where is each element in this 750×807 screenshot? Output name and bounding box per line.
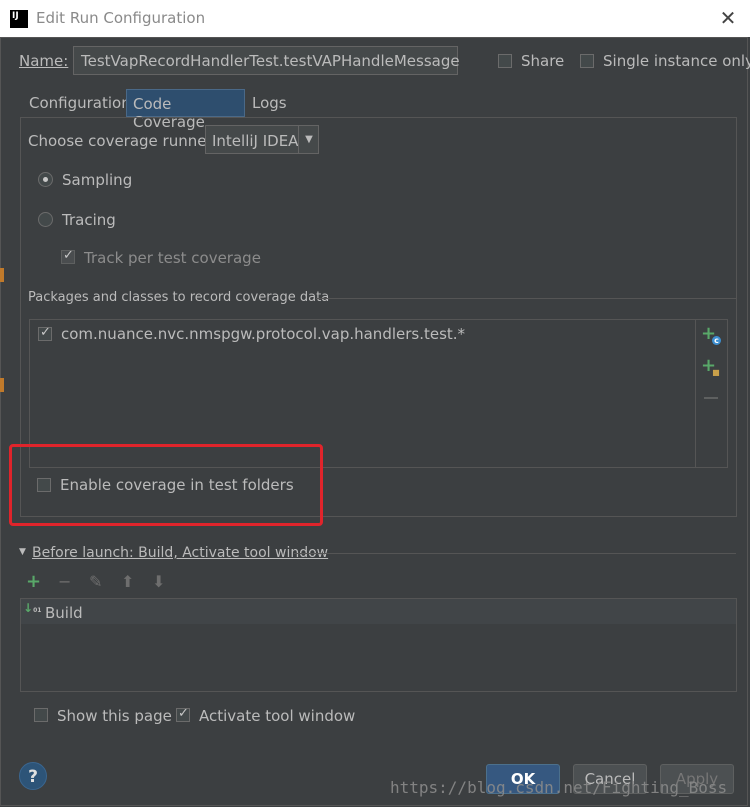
help-button[interactable]: ? <box>19 762 47 790</box>
track-per-test-label: Track per test coverage <box>84 249 261 267</box>
sampling-radio[interactable] <box>38 172 53 187</box>
add-class-icon[interactable]: +c <box>701 323 725 345</box>
share-checkbox[interactable] <box>498 54 512 68</box>
coverage-runner-value: IntelliJ IDEA <box>212 132 299 150</box>
name-field[interactable]: TestVapRecordHandlerTest.testVAPHandleMe… <box>73 46 460 75</box>
add-task-icon[interactable]: + <box>26 571 41 592</box>
watermark-text: https://blog.csdn.net/Fighting_Boss <box>390 778 728 797</box>
share-label: Share <box>521 52 565 70</box>
close-icon[interactable]: ✕ <box>716 6 740 30</box>
window-title: Edit Run Configuration <box>36 9 206 27</box>
move-down-icon[interactable]: ⬇ <box>152 572 165 591</box>
tracing-radio[interactable] <box>38 212 53 227</box>
add-package-icon[interactable]: +■ <box>701 355 724 377</box>
track-per-test-checkbox[interactable] <box>61 248 75 264</box>
activate-tool-window-checkbox[interactable] <box>176 706 190 722</box>
activate-tool-window-label: Activate tool window <box>199 707 356 725</box>
collapse-triangle-icon[interactable]: ▼ <box>19 547 26 557</box>
annotation-highlight-box <box>9 444 323 526</box>
show-page-label: Show this page <box>57 707 172 725</box>
move-up-icon[interactable]: ⬆ <box>121 572 134 591</box>
tab-code-coverage[interactable]: Code Coverage <box>126 89 245 131</box>
package-name[interactable]: com.nuance.nvc.nmspgw.protocol.vap.handl… <box>61 325 465 343</box>
section-divider <box>294 553 736 554</box>
packages-section-label: Packages and classes to record coverage … <box>28 290 330 305</box>
remove-icon[interactable] <box>704 397 718 399</box>
tab-logs[interactable]: Logs <box>246 89 292 117</box>
tracing-label: Tracing <box>62 211 116 229</box>
single-instance-checkbox[interactable] <box>580 54 594 68</box>
section-divider <box>316 298 736 299</box>
title-bar: IJ Edit Run Configuration ✕ <box>0 0 750 37</box>
background-editor-mark <box>0 268 4 282</box>
coverage-runner-select[interactable]: IntelliJ IDEA ▼ <box>205 125 319 154</box>
tab-configuration[interactable]: Configuration <box>23 89 131 117</box>
name-label: Name: <box>19 52 69 70</box>
chevron-down-icon: ▼ <box>298 126 319 153</box>
remove-task-icon[interactable]: − <box>58 572 71 591</box>
edit-task-icon[interactable]: ✎ <box>89 572 102 591</box>
sampling-label: Sampling <box>62 171 133 189</box>
show-page-checkbox[interactable] <box>34 708 48 722</box>
background-editor-mark <box>0 378 4 392</box>
coverage-runner-label: Choose coverage runner: <box>28 132 218 150</box>
build-task-label: Build <box>45 604 83 622</box>
build-icon: ↓01 <box>23 601 42 615</box>
intellij-app-icon: IJ <box>10 10 28 28</box>
before-launch-header[interactable]: Before launch: Build, Activate tool wind… <box>32 545 328 561</box>
list-item[interactable] <box>21 599 736 624</box>
single-instance-label: Single instance only <box>603 52 750 70</box>
package-checkbox[interactable] <box>38 325 52 341</box>
